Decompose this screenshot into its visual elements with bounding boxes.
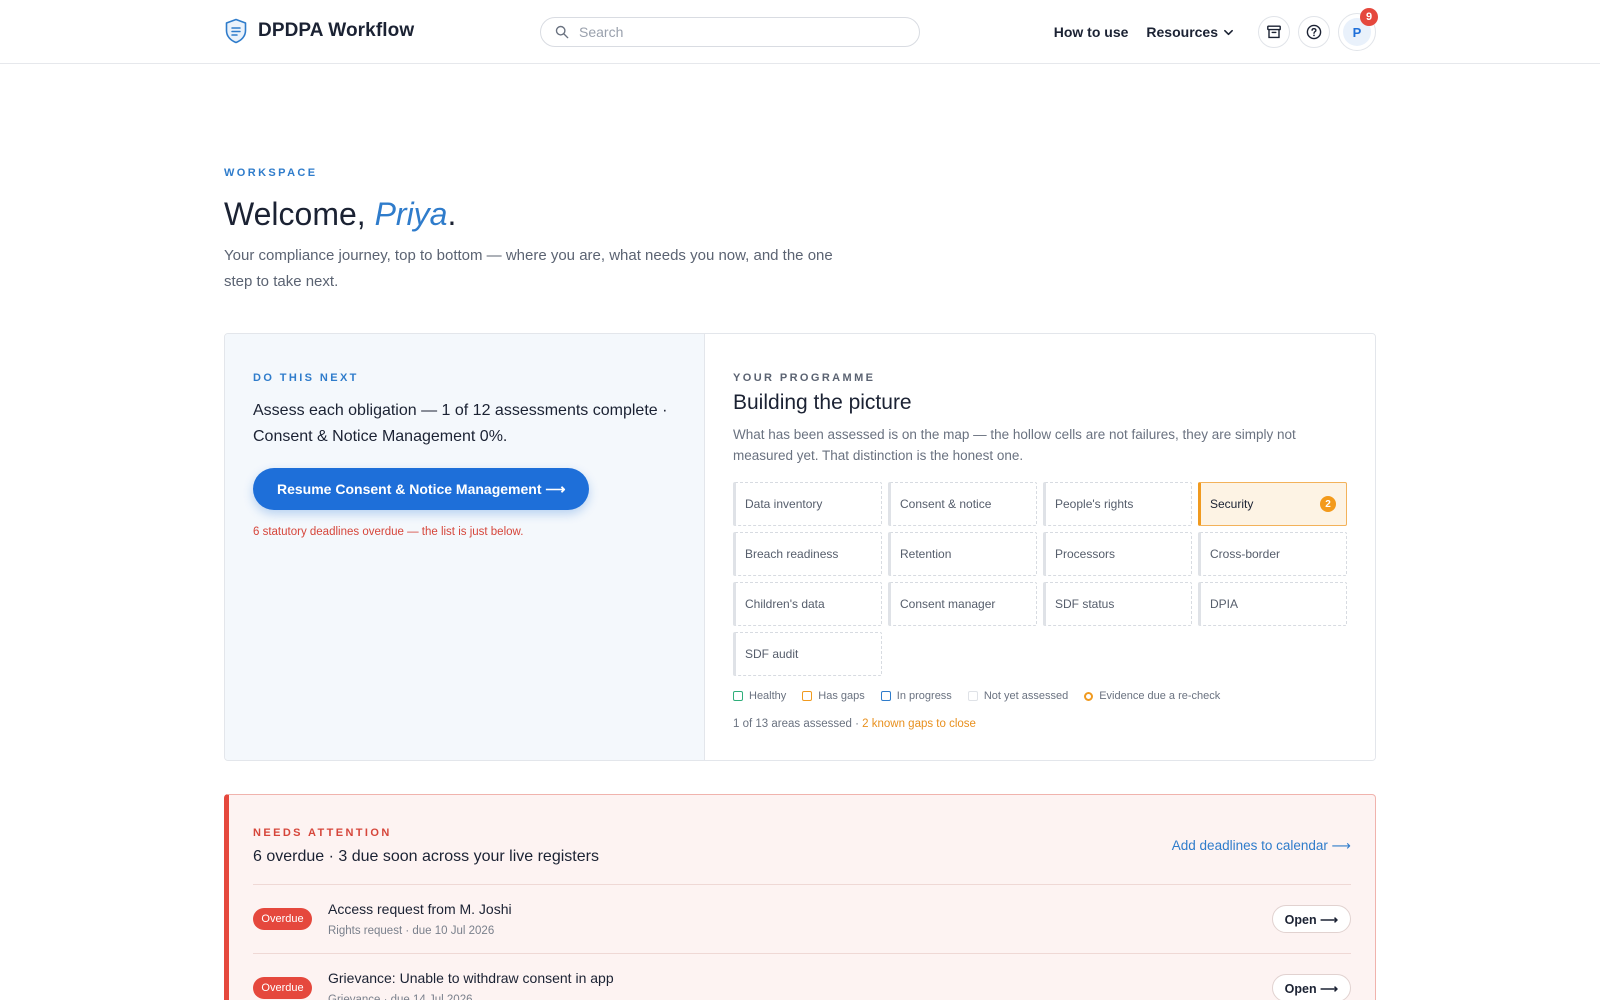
header-actions: How to use Resources P 9 [1054, 8, 1378, 51]
search-icon [555, 25, 569, 39]
area-label: Consent & notice [900, 497, 992, 511]
legend-swatch-icon [967, 691, 978, 701]
area-label: Processors [1055, 547, 1116, 561]
attention-list: Overdue Access request from M. Joshi Right… [253, 884, 1351, 1000]
next-step-text: Assess each obligation — 1 of 12 assessm… [253, 402, 668, 445]
programme-title: Building the picture [733, 391, 912, 414]
welcome-greeting-end: . [447, 196, 457, 232]
help-button[interactable] [1298, 16, 1330, 48]
legend-dot-icon [1084, 691, 1094, 701]
area-label: DPIA [1210, 597, 1239, 611]
workspace-eyebrow: WORKSPACE [224, 167, 318, 179]
overdue-badge: Overdue [253, 908, 312, 930]
programme-eyebrow: YOUR PROGRAMME [733, 372, 876, 384]
help-icon [1306, 24, 1322, 40]
overdue-badge: Overdue [253, 977, 312, 999]
legend-label: Has gaps [818, 690, 865, 702]
do-this-next-eyebrow: DO THIS NEXT [253, 372, 359, 384]
area-cell[interactable]: Cross-border [1198, 532, 1347, 576]
legend-label: Evidence due a re-check [1099, 690, 1221, 702]
top-navigation-bar: DPDPA Workflow How to use Resources [0, 0, 1600, 64]
welcome-user-name: Priya [374, 196, 448, 232]
attention-item-title: Access request from M. Joshi [328, 901, 512, 917]
add-deadlines-to-calendar-link[interactable]: Add deadlines to calendar ⟶ [1172, 838, 1351, 854]
areas-assessed-text: 1 of 13 areas assessed · [733, 718, 863, 730]
attention-item-text: Access request from M. Joshi Rights reque… [328, 901, 512, 937]
legend-item: Not yet assessed [967, 690, 1069, 702]
programme-panel: YOUR PROGRAMME Building the picture What… [705, 334, 1375, 760]
shield-logo-icon [225, 18, 247, 44]
open-button[interactable]: Open ⟶ [1271, 974, 1351, 1000]
brand[interactable]: DPDPA Workflow [224, 18, 414, 44]
area-label: People's rights [1055, 497, 1134, 511]
area-cell[interactable]: Processors [1043, 532, 1192, 576]
resources-menu[interactable]: Resources [1146, 24, 1234, 40]
how-to-use-link[interactable]: How to use [1054, 24, 1129, 40]
legend-item: Has gaps [802, 690, 865, 702]
legend-swatch-icon [880, 691, 891, 701]
programme-summary: 1 of 13 areas assessed · 2 known gaps to… [733, 718, 1347, 730]
area-cell[interactable]: Consent manager [888, 582, 1037, 626]
area-cell[interactable]: Breach readiness [733, 532, 882, 576]
attention-row: Overdue Access request from M. Joshi Right… [253, 884, 1351, 953]
notification-badge: 9 [1360, 8, 1378, 26]
archive-button[interactable] [1258, 16, 1290, 48]
area-cell[interactable]: Children's data [733, 582, 882, 626]
area-cell[interactable]: SDF status [1043, 582, 1192, 626]
area-label: Retention [900, 547, 952, 561]
area-cell[interactable]: Retention [888, 532, 1037, 576]
overdue-deadlines-note: 6 statutory deadlines overdue — the list… [253, 526, 524, 538]
area-cell[interactable]: Data inventory [733, 482, 882, 526]
programme-description: What has been assessed is on the map — t… [733, 427, 1296, 463]
area-cell[interactable]: Security 2 [1198, 482, 1347, 526]
attention-row: Overdue Grievance: Unable to withdraw con… [253, 953, 1351, 1000]
resources-label: Resources [1146, 24, 1218, 40]
area-cell[interactable]: People's rights [1043, 482, 1192, 526]
area-label: Consent manager [900, 597, 996, 611]
archive-icon [1267, 25, 1281, 39]
do-this-next-panel: DO THIS NEXT Assess each obligation — 1 … [225, 334, 705, 760]
welcome-intro: Your compliance journey, top to bottom —… [224, 247, 833, 290]
legend-item: Evidence due a re-check [1084, 690, 1220, 702]
area-label: SDF audit [745, 647, 799, 661]
area-label: Security [1210, 497, 1254, 511]
legend-label: In progress [896, 690, 952, 702]
chevron-down-icon [1224, 29, 1233, 35]
area-label: SDF status [1055, 597, 1115, 611]
attention-item-subtitle: Rights request · due 10 Jul 2026 [328, 925, 495, 937]
welcome-greeting: Welcome, [224, 196, 375, 232]
overview-card: DO THIS NEXT Assess each obligation — 1 … [224, 333, 1376, 761]
area-label: Children's data [745, 597, 825, 611]
status-legend: Healthy Has gaps In progress Not yet assess… [733, 690, 1347, 702]
area-label: Cross-border [1210, 547, 1281, 561]
user-avatar[interactable]: P 9 [1338, 8, 1378, 51]
area-cell[interactable]: Consent & notice [888, 482, 1037, 526]
legend-item: Healthy [733, 690, 786, 702]
known-gaps-text[interactable]: 2 known gaps to close [862, 718, 976, 730]
resume-button[interactable]: Resume Consent & Notice Management ⟶ [253, 468, 590, 510]
attention-item-text: Grievance: Unable to withdraw consent in… [328, 970, 614, 1000]
search-bar[interactable] [540, 17, 920, 47]
area-cell[interactable]: DPIA [1198, 582, 1347, 626]
gap-count-badge: 2 [1320, 496, 1336, 512]
area-label: Data inventory [745, 497, 823, 511]
legend-swatch-icon [733, 691, 743, 701]
attention-item-subtitle: Grievance · due 14 Jul 2026 [328, 994, 473, 1000]
needs-attention-panel: NEEDS ATTENTION 6 overdue · 3 due soon a… [224, 794, 1376, 1000]
legend-label: Healthy [749, 690, 787, 702]
open-button[interactable]: Open ⟶ [1271, 905, 1351, 933]
programme-area-grid: Data inventory Consent & notice People's r… [733, 482, 1347, 676]
search-input[interactable] [579, 24, 899, 40]
welcome-heading: Welcome, Priya. [224, 196, 456, 233]
area-cell[interactable]: SDF audit [733, 632, 882, 676]
legend-swatch-icon [802, 691, 813, 701]
attention-item-title: Grievance: Unable to withdraw consent in… [328, 970, 614, 986]
legend-label: Not yet assessed [983, 690, 1069, 702]
brand-name: DPDPA Workflow [258, 20, 415, 41]
legend-item: In progress [880, 690, 952, 702]
area-label: Breach readiness [745, 547, 839, 561]
